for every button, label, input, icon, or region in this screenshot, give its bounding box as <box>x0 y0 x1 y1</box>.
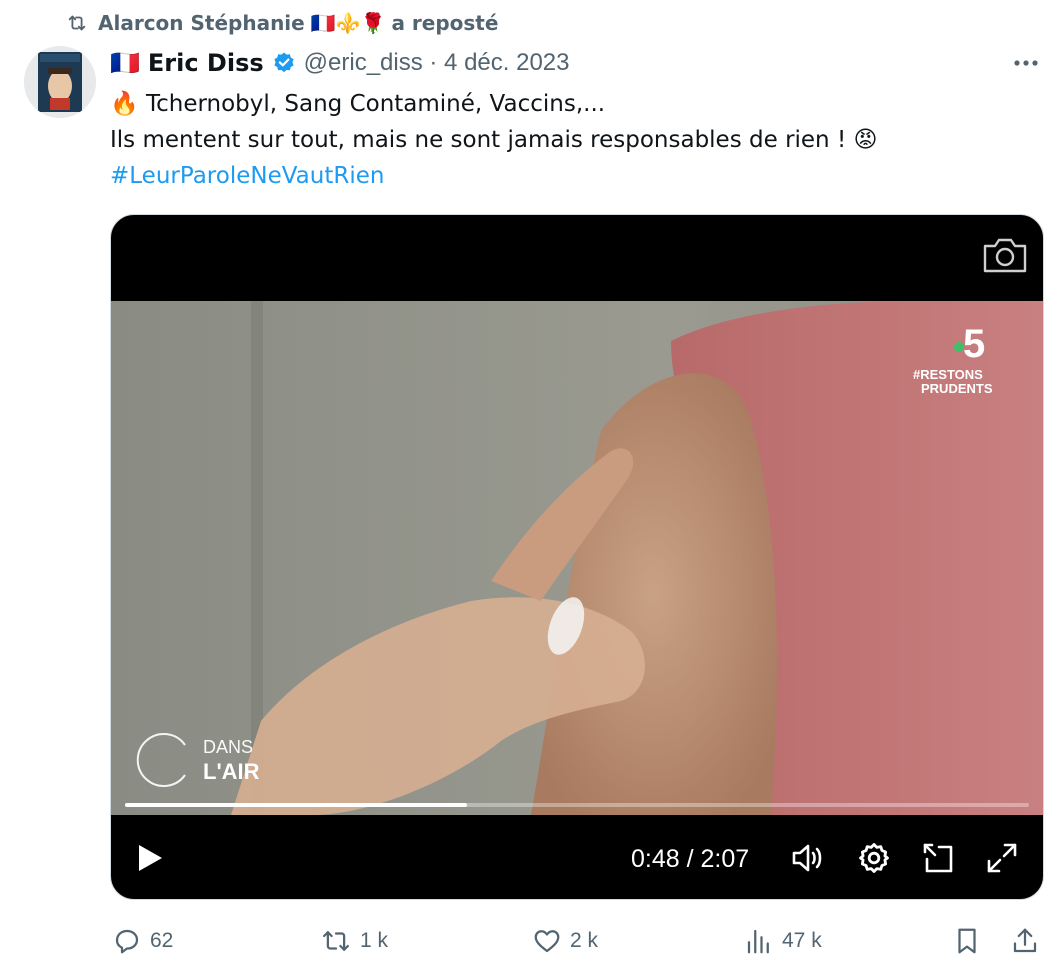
video-time: 0:48 / 2:07 <box>631 845 750 873</box>
reposter-name[interactable]: Alarcon Stéphanie <box>98 11 305 35</box>
reply-icon <box>115 929 139 954</box>
video-frame[interactable]: 5 #RESTONS PRUDENTS DANS L'AIR <box>111 301 1043 815</box>
show-title-2: L'AIR <box>203 759 260 784</box>
channel-number: 5 <box>963 322 985 366</box>
video-controls: 0:48 / 2:07 <box>111 815 1043 899</box>
author-flag: 🇫🇷 <box>110 49 140 77</box>
repost-label: a reposté <box>391 11 499 35</box>
video-player[interactable]: 5 #RESTONS PRUDENTS DANS L'AIR 0:48 / 2:… <box>110 214 1044 900</box>
tweet-line-2: Ils mentent sur tout, mais ne sont jamai… <box>110 127 878 153</box>
author-name[interactable]: Eric Diss <box>148 49 264 77</box>
views-icon <box>747 929 769 954</box>
author-handle-date[interactable]: @eric_diss · 4 déc. 2023 <box>304 49 570 77</box>
heart-icon <box>534 930 560 953</box>
volume-icon[interactable] <box>789 839 827 877</box>
camera-icon[interactable] <box>981 233 1029 277</box>
verified-badge-icon[interactable] <box>272 51 296 75</box>
play-icon[interactable] <box>133 841 167 875</box>
hashtag-link[interactable]: #LeurParoleNeVautRien <box>110 158 1010 194</box>
more-options-icon[interactable] <box>1011 48 1041 78</box>
channel-tag-2: PRUDENTS <box>921 381 993 396</box>
repost-button[interactable]: 1 k <box>320 924 388 958</box>
avatar[interactable] <box>24 46 96 118</box>
reposter-emojis: 🇫🇷⚜️🌹 <box>310 11 386 35</box>
repost-indicator[interactable]: Alarcon Stéphanie 🇫🇷⚜️🌹 a reposté <box>66 8 498 38</box>
bookmark-button[interactable] <box>952 924 982 958</box>
repost-icon <box>66 12 88 34</box>
views-button[interactable]: 47 k <box>744 924 822 958</box>
reply-count: 62 <box>150 929 174 952</box>
tweet-actions: 62 1 k 2 k 47 k <box>110 916 1045 966</box>
bookmark-icon <box>958 928 976 954</box>
show-title-1: DANS <box>203 737 253 757</box>
pip-icon[interactable] <box>919 839 957 877</box>
share-icon <box>1013 928 1037 953</box>
view-count: 47 k <box>782 929 822 952</box>
video-progress-bar[interactable] <box>125 803 1029 807</box>
tweet-header: 🇫🇷 Eric Diss @eric_diss · 4 déc. 2023 <box>110 44 569 82</box>
repost-count: 1 k <box>360 929 389 952</box>
channel-tag-1: #RESTONS <box>913 367 983 382</box>
reply-button[interactable]: 62 <box>112 924 173 958</box>
video-progress-fill <box>125 803 467 807</box>
tweet-text: 🔥 Tchernobyl, Sang Contaminé, Vaccins,..… <box>110 86 1010 194</box>
like-count: 2 k <box>570 929 599 952</box>
fullscreen-icon[interactable] <box>983 839 1021 877</box>
share-button[interactable] <box>1010 924 1040 958</box>
tweet-line-1: 🔥 Tchernobyl, Sang Contaminé, Vaccins,..… <box>110 91 606 117</box>
like-button[interactable]: 2 k <box>532 924 598 958</box>
settings-icon[interactable] <box>855 839 893 877</box>
repost-action-icon <box>323 931 349 951</box>
